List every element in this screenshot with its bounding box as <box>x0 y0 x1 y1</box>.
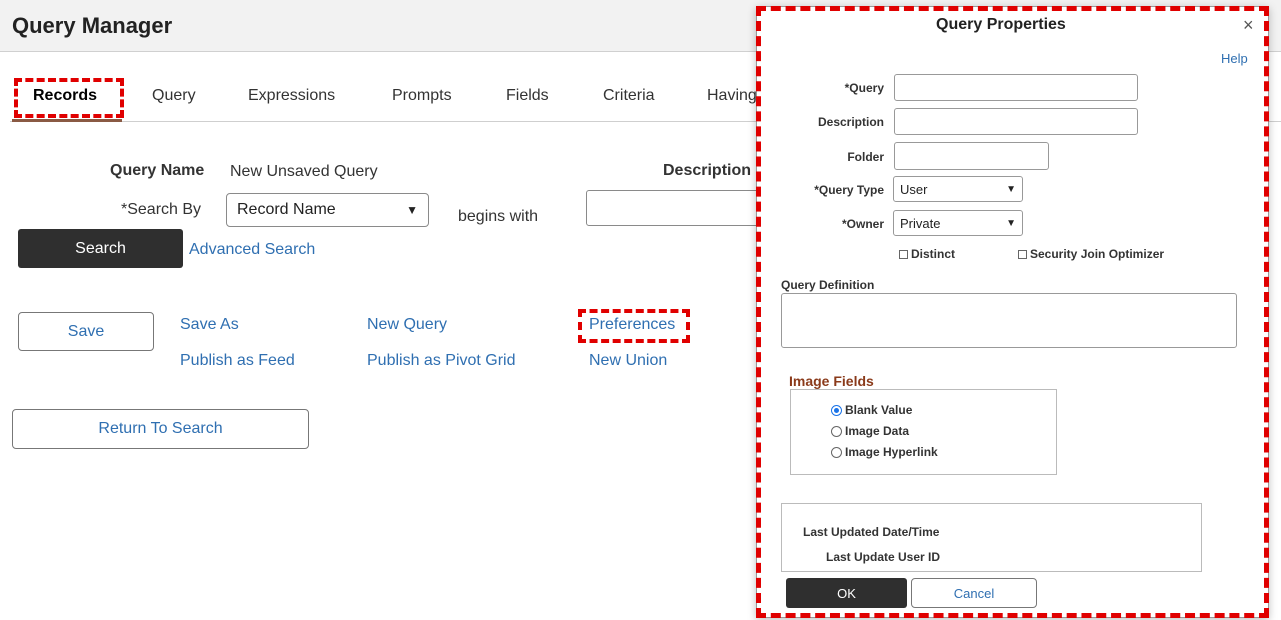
publish-pivot-link[interactable]: Publish as Pivot Grid <box>367 352 516 370</box>
owner-label: *Owner <box>841 217 884 231</box>
close-icon[interactable]: × <box>1243 15 1254 36</box>
tab-criteria[interactable]: Criteria <box>603 87 655 105</box>
query-field-label: *Query <box>844 81 884 95</box>
query-type-select[interactable]: User ▼ <box>893 176 1023 202</box>
tab-having[interactable]: Having <box>707 87 757 105</box>
new-union-link[interactable]: New Union <box>589 352 667 370</box>
tab-fields[interactable]: Fields <box>506 87 549 105</box>
folder-field-label: Folder <box>847 150 884 164</box>
last-update-user-label: Last Update User ID <box>826 550 941 564</box>
distinct-label: Distinct <box>911 247 956 261</box>
checkbox-icon <box>1018 249 1027 259</box>
preferences-link[interactable]: Preferences <box>589 316 675 334</box>
search-by-selected: Record Name <box>237 201 336 218</box>
ok-button[interactable]: OK <box>786 578 907 608</box>
distinct-checkbox[interactable]: Distinct <box>899 247 955 261</box>
query-definition-label: Query Definition <box>781 278 875 292</box>
radio-blank-value-label: Blank Value <box>845 403 913 417</box>
publish-feed-link[interactable]: Publish as Feed <box>180 352 295 370</box>
radio-icon <box>831 425 842 437</box>
query-type-selected: User <box>900 181 928 197</box>
advanced-search-link[interactable]: Advanced Search <box>189 241 315 259</box>
chevron-down-icon: ▼ <box>1006 217 1016 229</box>
tab-prompts[interactable]: Prompts <box>392 87 452 105</box>
query-type-label: *Query Type <box>814 183 884 197</box>
save-as-link[interactable]: Save As <box>180 316 239 334</box>
radio-image-hyperlink[interactable]: Image Hyperlink <box>831 445 938 459</box>
query-name-label: Query Name <box>110 162 205 179</box>
dialog-title: Query Properties <box>936 16 1066 33</box>
tab-query[interactable]: Query <box>152 87 196 105</box>
begins-with-label: begins with <box>458 208 539 225</box>
search-by-label: *Search By <box>121 201 202 218</box>
owner-selected: Private <box>900 215 941 231</box>
search-button[interactable]: Search <box>18 229 183 268</box>
chevron-down-icon: ▼ <box>406 203 418 217</box>
help-link[interactable]: Help <box>1221 51 1248 66</box>
new-query-link[interactable]: New Query <box>367 316 447 334</box>
return-to-search-button[interactable]: Return To Search <box>12 409 309 449</box>
search-value-input[interactable] <box>586 190 761 226</box>
radio-image-data[interactable]: Image Data <box>831 424 909 438</box>
query-name-value: New Unsaved Query <box>230 163 378 180</box>
radio-blank-value[interactable]: Blank Value <box>831 403 912 417</box>
radio-image-hyperlink-label: Image Hyperlink <box>845 445 938 459</box>
query-definition-textarea[interactable] <box>781 293 1237 348</box>
chevron-down-icon: ▼ <box>1006 183 1016 195</box>
search-by-select[interactable]: Record Name ▼ <box>226 193 429 227</box>
query-name-input[interactable] <box>894 74 1138 101</box>
page-title: Query Manager <box>12 13 173 38</box>
description-field-label: Description <box>817 115 884 129</box>
folder-input[interactable] <box>894 142 1049 170</box>
last-updated-label: Last Updated Date/Time <box>803 525 940 539</box>
cancel-button[interactable]: Cancel <box>911 578 1037 608</box>
active-tab-indicator <box>12 119 122 122</box>
description-input[interactable] <box>894 108 1138 135</box>
description-label: Description <box>663 162 752 179</box>
image-fields-title: Image Fields <box>789 373 874 389</box>
radio-icon <box>831 446 842 458</box>
tab-records[interactable]: Records <box>33 87 97 105</box>
radio-selected-icon <box>831 404 842 416</box>
checkbox-icon <box>899 249 908 259</box>
security-join-label: Security Join Optimizer <box>1030 247 1165 261</box>
save-button[interactable]: Save <box>18 312 154 351</box>
owner-select[interactable]: Private ▼ <box>893 210 1023 236</box>
radio-image-data-label: Image Data <box>845 424 910 438</box>
security-join-checkbox[interactable]: Security Join Optimizer <box>1018 247 1164 261</box>
tab-expressions[interactable]: Expressions <box>248 87 335 105</box>
